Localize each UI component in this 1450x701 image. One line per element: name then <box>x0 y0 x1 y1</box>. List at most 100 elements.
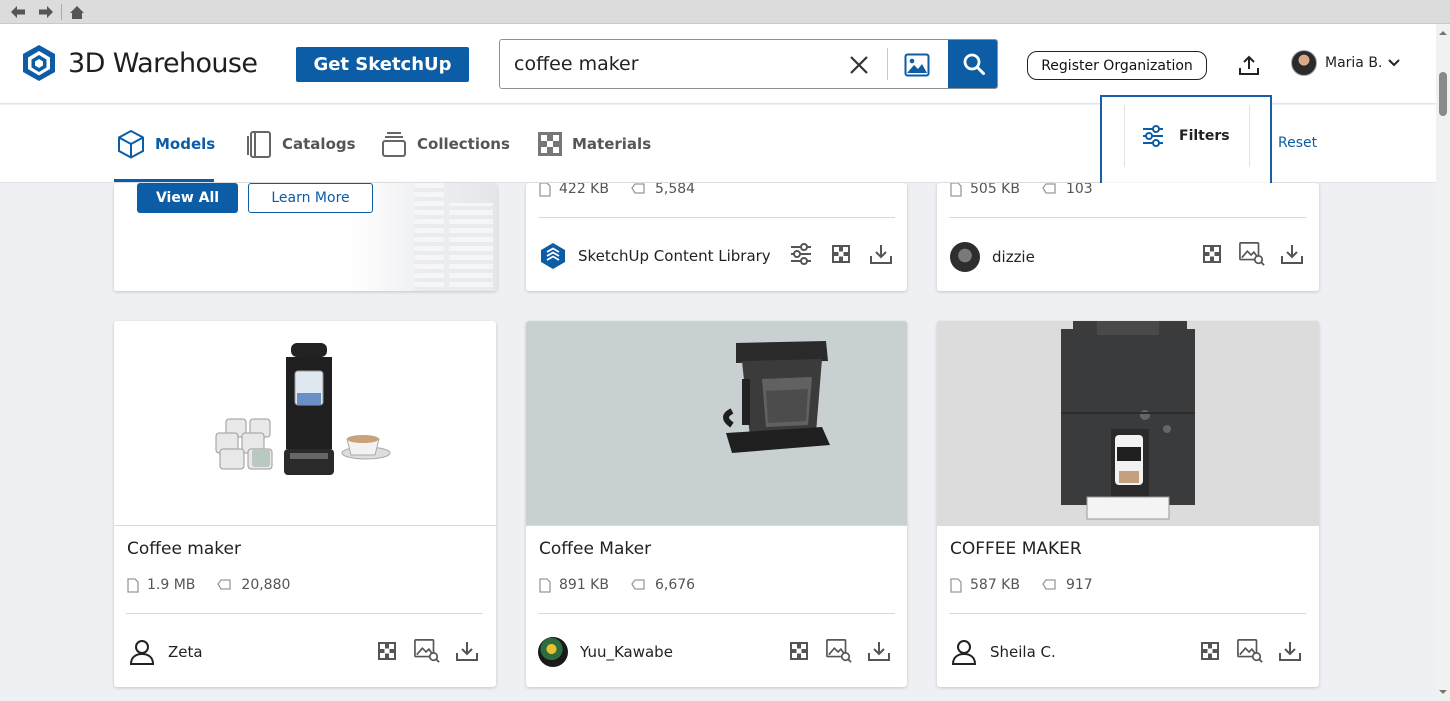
card-divider <box>949 613 1306 614</box>
coffee-maker-image <box>1061 321 1195 520</box>
home-icon[interactable] <box>67 3 87 21</box>
owner-name: Yuu_Kawabe <box>580 643 673 661</box>
active-tab-indicator <box>114 179 214 182</box>
register-organization-button[interactable]: Register Organization <box>1027 51 1207 80</box>
tab-label: Catalogs <box>282 135 356 153</box>
model-thumbnail[interactable] <box>114 321 496 525</box>
materials-icon[interactable] <box>1199 241 1225 267</box>
thumb-divider <box>114 525 496 526</box>
view-all-button[interactable]: View All <box>137 183 238 213</box>
search-divider <box>887 48 888 80</box>
owner-name: Sheila C. <box>990 643 1056 661</box>
catalog-icon <box>247 131 271 158</box>
materials-icon[interactable] <box>374 638 400 664</box>
card-divider <box>538 217 895 218</box>
upload-icon[interactable] <box>1236 52 1262 78</box>
forward-icon[interactable] <box>36 3 56 21</box>
thumb-divider <box>937 525 1319 526</box>
file-size: 422 KB <box>559 183 609 197</box>
avatar <box>1291 50 1317 76</box>
search-icon <box>963 53 985 75</box>
filters-button[interactable]: Filters <box>1124 105 1250 167</box>
tab-catalogs[interactable]: Catalogs <box>245 127 356 161</box>
download-count: 103 <box>1065 183 1093 197</box>
materials-icon[interactable] <box>1197 638 1223 664</box>
page-scrollbar[interactable] <box>1436 24 1450 701</box>
avatar <box>538 637 568 667</box>
reset-link[interactable]: Reset <box>1278 135 1317 151</box>
building-graphic <box>414 183 444 291</box>
download-icon[interactable] <box>1277 638 1303 664</box>
materials-icon[interactable] <box>828 241 854 267</box>
file-icon <box>127 577 139 593</box>
download-icon[interactable] <box>866 638 892 664</box>
card-actions <box>1185 241 1305 267</box>
card-divider <box>949 217 1306 218</box>
owner-link[interactable]: Yuu_Kawabe <box>538 637 673 667</box>
download-count-icon <box>1042 578 1058 592</box>
file-size: 1.9 MB <box>147 577 196 593</box>
download-icon[interactable] <box>1279 241 1305 267</box>
owner-name: Zeta <box>168 643 203 661</box>
materials-icon[interactable] <box>786 638 812 664</box>
coffee-maker-image <box>215 343 391 475</box>
owner-link[interactable]: Sheila C. <box>950 638 1056 666</box>
model-card[interactable]: Coffee Maker 891 KB 6,676 Yuu_Kawabe <box>526 321 907 687</box>
tabs-bar: Models Catalogs Collections Materials Fi… <box>0 95 1436 190</box>
avatar <box>950 242 980 272</box>
model-title[interactable]: Coffee maker <box>127 539 241 559</box>
model-title[interactable]: Coffee Maker <box>539 539 651 559</box>
tab-models[interactable]: Models <box>116 127 215 161</box>
download-count-icon <box>631 183 647 196</box>
model-thumbnail[interactable] <box>526 321 907 525</box>
download-icon[interactable] <box>454 638 480 664</box>
image-search-icon[interactable] <box>902 50 932 80</box>
image-search-icon[interactable] <box>414 638 440 664</box>
get-sketchup-button[interactable]: Get SketchUp <box>296 47 469 82</box>
learn-more-button[interactable]: Learn More <box>248 183 373 213</box>
sketchup-logo-icon <box>541 243 565 269</box>
materials-icon <box>538 132 562 156</box>
user-menu[interactable]: Maria B. <box>1291 50 1401 76</box>
search-input[interactable] <box>514 50 834 78</box>
model-title[interactable]: COFFEE MAKER <box>950 539 1082 559</box>
clear-search-icon[interactable] <box>846 52 872 78</box>
card-divider <box>538 613 895 614</box>
model-thumbnail[interactable] <box>937 321 1319 525</box>
site-logo[interactable]: 3D Warehouse <box>22 44 258 82</box>
owner-name: SketchUp Content Library <box>578 247 771 265</box>
model-card[interactable]: 505 KB 103 dizzie <box>937 183 1319 291</box>
model-card[interactable]: 422 KB 5,584 SketchUp Content Library <box>526 183 907 291</box>
download-count-icon <box>631 578 647 592</box>
search-button[interactable] <box>948 40 997 88</box>
owner-link[interactable]: Zeta <box>128 638 203 666</box>
configure-icon[interactable] <box>788 241 814 267</box>
download-icon[interactable] <box>868 241 894 267</box>
owner-link[interactable]: dizzie <box>950 242 1035 272</box>
card-actions <box>1183 638 1303 664</box>
download-count: 20,880 <box>241 577 291 593</box>
owner-link[interactable]: SketchUp Content Library <box>540 242 771 270</box>
back-icon[interactable] <box>8 3 28 21</box>
image-search-icon[interactable] <box>1237 638 1263 664</box>
file-size: 505 KB <box>970 183 1020 197</box>
card-divider <box>126 613 483 614</box>
image-search-icon[interactable] <box>1239 241 1265 267</box>
image-search-icon[interactable] <box>826 638 852 664</box>
tab-materials[interactable]: Materials <box>537 127 651 161</box>
tab-collections[interactable]: Collections <box>380 127 510 161</box>
scroll-thumb[interactable] <box>1439 72 1447 116</box>
download-count-icon <box>1042 183 1058 196</box>
download-count-icon <box>217 578 233 592</box>
filters-label: Filters <box>1179 128 1230 144</box>
model-card[interactable]: Coffee maker 1.9 MB 20,880 Zeta <box>114 321 496 687</box>
tab-label: Models <box>155 135 216 153</box>
scroll-up-icon[interactable] <box>1436 28 1450 38</box>
file-icon <box>950 577 962 593</box>
cube-icon <box>118 129 144 159</box>
scroll-down-icon[interactable] <box>1436 687 1450 697</box>
file-icon <box>539 183 551 197</box>
user-icon <box>951 640 977 665</box>
model-card[interactable]: COFFEE MAKER 587 KB 917 Sheila C. <box>937 321 1319 687</box>
card-actions <box>772 638 892 664</box>
